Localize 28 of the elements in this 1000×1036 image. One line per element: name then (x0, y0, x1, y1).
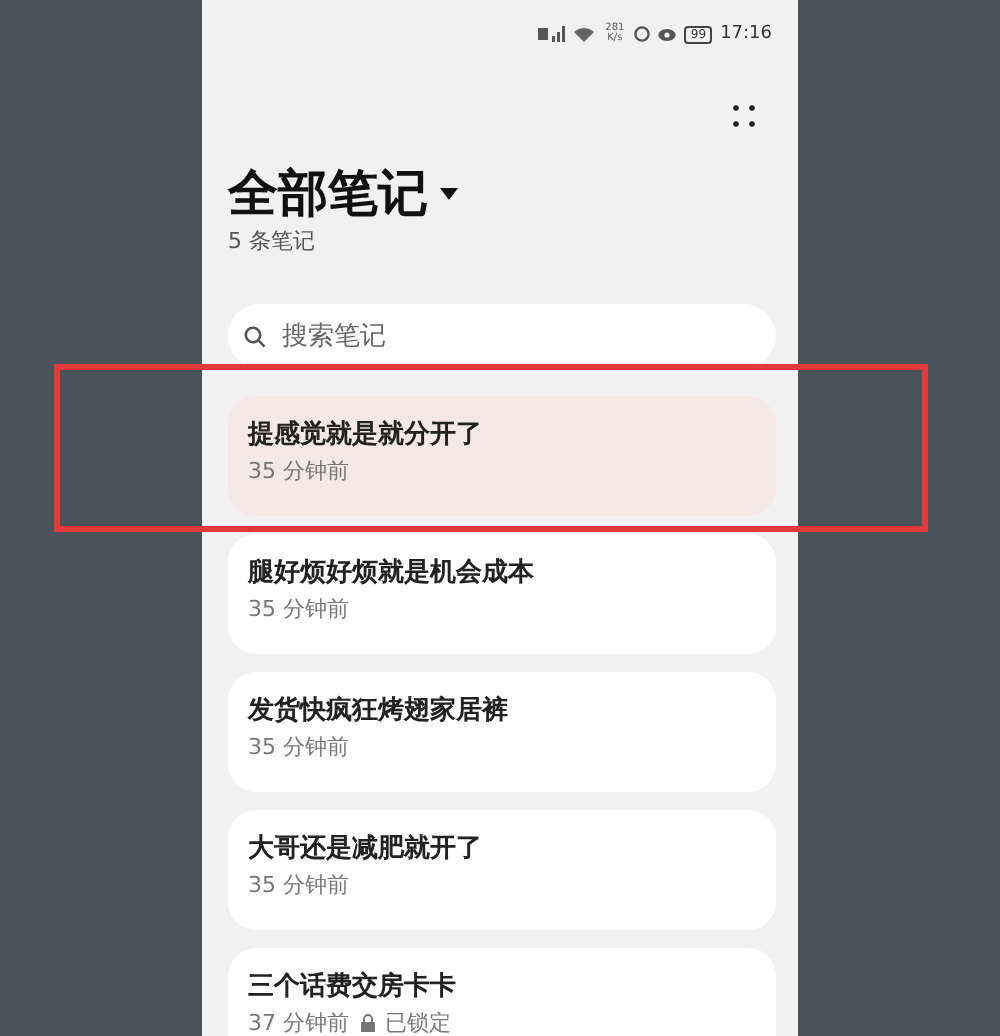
note-card[interactable]: 发货快疯狂烤翅家居裤 35 分钟前 (228, 672, 776, 792)
wifi-icon (574, 26, 595, 42)
more-icon[interactable] (732, 104, 756, 128)
dropdown-caret-icon[interactable] (440, 188, 458, 200)
note-card[interactable]: 三个话费交房卡卡 37 分钟前 已锁定 (228, 948, 776, 1036)
note-title: 大哥还是减肥就开了 (248, 834, 484, 864)
status-time: 17:16 (720, 24, 772, 44)
page-title: 全部笔记 (228, 164, 428, 224)
note-card[interactable]: 腿好烦好烦就是机会成本 35 分钟前 (228, 534, 776, 654)
eye-icon (658, 27, 677, 41)
note-time: 37 分钟前 (248, 1010, 349, 1036)
note-time: 35 分钟前 (248, 734, 349, 760)
search-field[interactable]: 搜索笔记 (228, 304, 776, 368)
note-title: 发货快疯狂烤翅家居裤 (248, 696, 510, 726)
search-icon (244, 325, 266, 347)
note-count: 5 条笔记 (228, 228, 317, 256)
note-title: 三个话费交房卡卡 (248, 972, 458, 1002)
lock-status: 已锁定 (385, 1010, 451, 1036)
note-time: 35 分钟前 (248, 458, 349, 484)
note-card[interactable]: 大哥还是减肥就开了 35 分钟前 (228, 810, 776, 930)
search-input[interactable]: 搜索笔记 (278, 319, 760, 353)
note-title: 提感觉就是就分开了 (248, 420, 484, 450)
signal-icon (538, 26, 567, 42)
note-time: 35 分钟前 (248, 596, 349, 622)
note-card[interactable]: 提感觉就是就分开了 35 分钟前 (228, 396, 776, 516)
alarm-icon (634, 26, 651, 42)
note-title: 腿好烦好烦就是机会成本 (248, 558, 536, 588)
note-time: 35 分钟前 (248, 872, 349, 898)
